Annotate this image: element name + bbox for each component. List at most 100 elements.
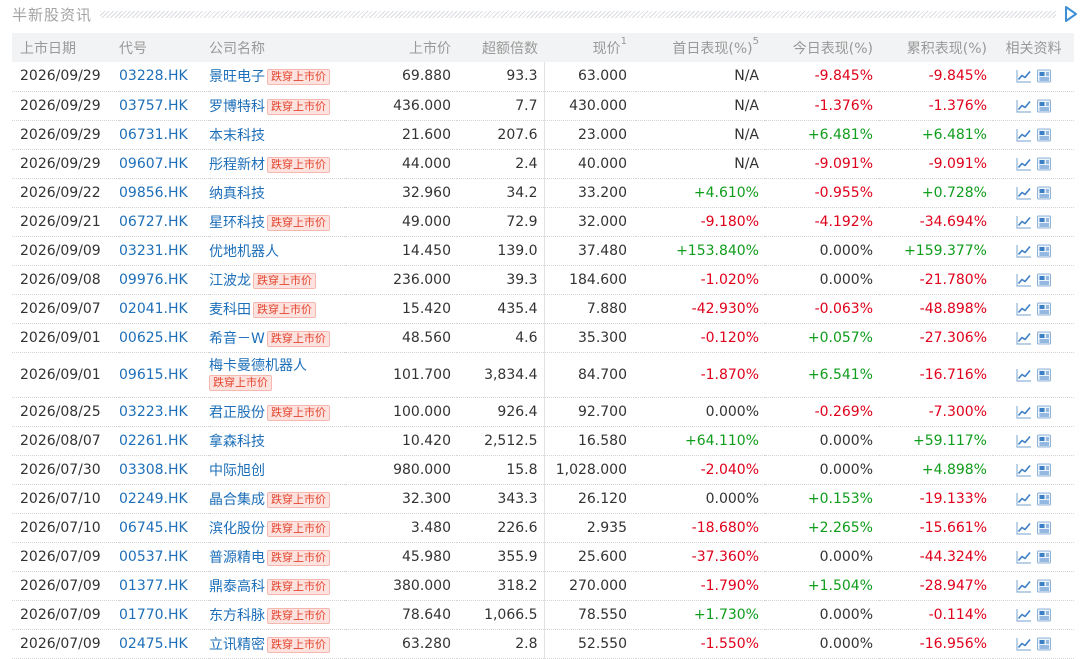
table-row[interactable]: 2026/09/29 03228.HK 景旺电子 跌穿上市价 69.880 93.3 63.… [12,62,1074,92]
table-row[interactable]: 2026/07/10 06745.HK 滨化股份 跌穿上市价 3.480 226.6 2.9… [12,513,1074,543]
company-name-link[interactable]: 君正股份 [209,405,265,421]
company-name-link[interactable]: 普源精电 [209,550,265,566]
document-icon[interactable] [1036,331,1052,345]
line-chart-icon[interactable] [1015,608,1032,622]
document-icon[interactable] [1036,434,1052,448]
col-header-ipo-price[interactable]: 上市价 [345,33,457,62]
line-chart-icon[interactable] [1015,434,1032,448]
line-chart-icon[interactable] [1015,128,1032,142]
stock-code-link[interactable]: 09976.HK [119,272,188,288]
company-name-link[interactable]: 罗博特科 [209,99,265,115]
table-row[interactable]: 2026/09/22 09856.HK 纳真科技 32.960 34.2 33.200 +4… [12,178,1074,208]
document-icon[interactable] [1036,608,1052,622]
table-row[interactable]: 2026/09/07 02041.HK 麦科田 跌穿上市价 15.420 435.4 7.8… [12,294,1074,324]
line-chart-icon[interactable] [1015,492,1032,506]
company-name-link[interactable]: 滨化股份 [209,521,265,537]
document-icon[interactable] [1036,215,1052,229]
col-header-first-day[interactable]: 首日表现(%)5 [636,33,765,62]
company-name-link[interactable]: 鼎泰高科 [209,579,265,595]
stock-code-link[interactable]: 02041.HK [119,301,188,317]
document-icon[interactable] [1036,521,1052,535]
stock-code-link[interactable]: 03223.HK [119,404,188,420]
document-icon[interactable] [1036,492,1052,506]
document-icon[interactable] [1036,637,1052,651]
table-row[interactable]: 2026/07/09 01770.HK 东方科脉 跌穿上市价 78.640 1,066.5… [12,600,1074,630]
stock-code-link[interactable]: 01770.HK [119,607,188,623]
col-header-oversub[interactable]: 超额倍数 [457,33,544,62]
table-row[interactable]: 2026/07/10 02249.HK 晶合集成 跌穿上市价 32.300 343.3 26… [12,484,1074,514]
stock-code-link[interactable]: 09607.HK [119,156,188,172]
line-chart-icon[interactable] [1015,186,1032,200]
company-name-link[interactable]: 纳真科技 [209,186,265,202]
document-icon[interactable] [1036,405,1052,419]
company-name-link[interactable]: 优地机器人 [209,244,279,260]
stock-code-link[interactable]: 02249.HK [119,491,188,507]
table-row[interactable]: 2026/07/30 03308.HK 中际旭创 980.000 15.8 1,028.0… [12,455,1074,485]
document-icon[interactable] [1036,186,1052,200]
company-name-link[interactable]: 本末科技 [209,128,265,144]
document-icon[interactable] [1036,128,1052,142]
stock-code-link[interactable]: 02475.HK [119,636,188,652]
col-header-code[interactable]: 代号 [119,33,209,62]
company-name-link[interactable]: 东方科脉 [209,608,265,624]
stock-code-link[interactable]: 06731.HK [119,127,188,143]
line-chart-icon[interactable] [1015,157,1032,171]
stock-code-link[interactable]: 00625.HK [119,330,188,346]
document-icon[interactable] [1036,157,1052,171]
line-chart-icon[interactable] [1015,405,1032,419]
company-name-link[interactable]: 希音－W [209,331,265,347]
document-icon[interactable] [1036,368,1052,382]
stock-code-link[interactable]: 01377.HK [119,578,188,594]
col-header-name[interactable]: 公司名称 [209,33,345,62]
stock-code-link[interactable]: 03231.HK [119,243,188,259]
table-row[interactable]: 2026/09/01 00625.HK 希音－W 跌穿上市价 48.560 4.6 35.3… [12,323,1074,353]
table-row[interactable]: 2026/09/09 03231.HK 优地机器人 14.450 139.0 37.480… [12,236,1074,266]
line-chart-icon[interactable] [1015,550,1032,564]
line-chart-icon[interactable] [1015,215,1032,229]
company-name-link[interactable]: 麦科田 [209,302,251,318]
line-chart-icon[interactable] [1015,521,1032,535]
line-chart-icon[interactable] [1015,99,1032,113]
col-header-cumulative[interactable]: 累积表现(%) [879,33,993,62]
table-row[interactable]: 2026/07/09 00537.HK 普源精电 跌穿上市价 45.980 355.9 25… [12,542,1074,572]
table-row[interactable]: 2026/09/29 03757.HK 罗博特科 跌穿上市价 436.000 7.7 430… [12,91,1074,121]
line-chart-icon[interactable] [1015,368,1032,382]
stock-code-link[interactable]: 02261.HK [119,433,188,449]
line-chart-icon[interactable] [1015,579,1032,593]
col-header-price[interactable]: 现价1 [544,33,636,62]
company-name-link[interactable]: 景旺电子 [209,69,265,85]
stock-code-link[interactable]: 09856.HK [119,185,188,201]
company-name-link[interactable]: 立讯精密 [209,637,265,653]
line-chart-icon[interactable] [1015,463,1032,477]
company-name-link[interactable]: 晶合集成 [209,492,265,508]
stock-code-link[interactable]: 09615.HK [119,367,188,383]
document-icon[interactable] [1036,99,1052,113]
company-name-link[interactable]: 拿森科技 [209,434,265,450]
stock-code-link[interactable]: 06727.HK [119,214,188,230]
line-chart-icon[interactable] [1015,331,1032,345]
table-row[interactable]: 2026/08/25 03223.HK 君正股份 跌穿上市价 100.000 926.4 9… [12,397,1074,427]
stock-code-link[interactable]: 00537.HK [119,549,188,565]
document-icon[interactable] [1036,302,1052,316]
company-name-link[interactable]: 江波龙 [209,273,251,289]
line-chart-icon[interactable] [1015,273,1032,287]
company-name-link[interactable]: 梅卡曼德机器人 [209,358,307,374]
col-header-date[interactable]: 上市日期 [12,33,119,62]
document-icon[interactable] [1036,579,1052,593]
table-row[interactable]: 2026/08/07 02261.HK 拿森科技 10.420 2,512.5 16.58… [12,426,1074,456]
company-name-link[interactable]: 中际旭创 [209,463,265,479]
line-chart-icon[interactable] [1015,244,1032,258]
company-name-link[interactable]: 星环科技 [209,215,265,231]
line-chart-icon[interactable] [1015,302,1032,316]
company-name-link[interactable]: 彤程新材 [209,157,265,173]
table-row[interactable]: 2026/07/09 01377.HK 鼎泰高科 跌穿上市价 380.000 318.2 2… [12,571,1074,601]
stock-code-link[interactable]: 06745.HK [119,520,188,536]
table-row[interactable]: 2026/07/09 02475.HK 立讯精密 跌穿上市价 63.280 2.8 52.5… [12,629,1074,659]
play-triangle-icon[interactable] [1064,5,1078,23]
table-row[interactable]: 2026/09/01 09615.HK 梅卡曼德机器人 跌穿上市价 101.700 3,8… [12,352,1074,398]
document-icon[interactable] [1036,273,1052,287]
table-row[interactable]: 2026/09/29 09607.HK 彤程新材 跌穿上市价 44.000 2.4 40.0… [12,149,1074,179]
stock-code-link[interactable]: 03308.HK [119,462,188,478]
table-row[interactable]: 2026/09/21 06727.HK 星环科技 跌穿上市价 49.000 72.9 32.… [12,207,1074,237]
table-row[interactable]: 2026/09/08 09976.HK 江波龙 跌穿上市价 236.000 39.3 184… [12,265,1074,295]
